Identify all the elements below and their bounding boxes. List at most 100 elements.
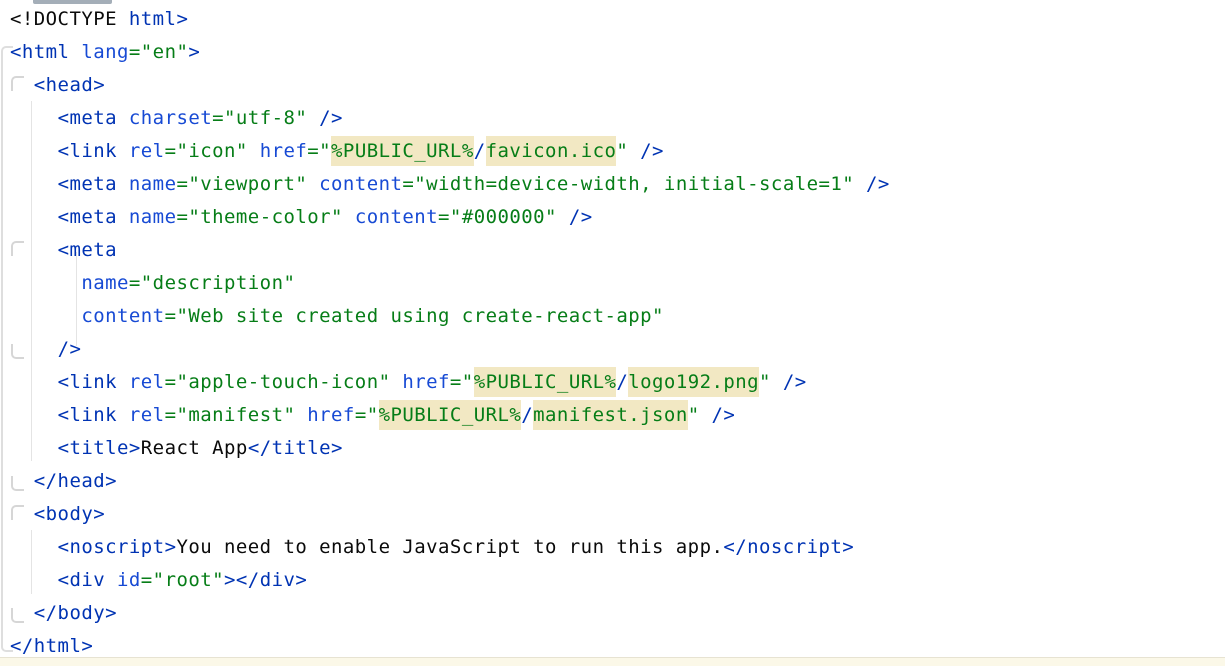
code-line-19[interactable]: </body> <box>0 597 1225 630</box>
code-line-12[interactable]: <link rel="apple-touch-icon" href="%PUBL… <box>0 366 1225 399</box>
code-token: <meta <box>58 173 129 195</box>
code-token <box>10 107 58 129</box>
code-token: /> <box>783 371 807 393</box>
code-token <box>10 272 81 294</box>
code-line-17[interactable]: <noscript>You need to enable JavaScript … <box>0 531 1225 564</box>
code-token <box>10 338 58 360</box>
code-token: <div <box>58 569 117 591</box>
code-line-16[interactable]: <body> <box>0 498 1225 531</box>
code-token: " <box>688 404 700 426</box>
code-token: / <box>616 371 628 393</box>
code-line-4[interactable]: <meta charset="utf-8" /> <box>0 102 1225 135</box>
code-token: ></div> <box>224 569 307 591</box>
code-token: React App <box>141 437 248 459</box>
code-token: </head> <box>34 470 117 492</box>
code-token: lang <box>81 41 129 63</box>
code-token: rel <box>129 404 165 426</box>
code-token <box>10 140 58 162</box>
code-token <box>248 140 260 162</box>
code-token: ="#000000" <box>438 206 557 228</box>
code-line-6[interactable]: <meta name="viewport" content="width=dev… <box>0 168 1225 201</box>
code-area[interactable]: <!DOCTYPE html><html lang="en"> <head> <… <box>0 3 1225 663</box>
code-token <box>10 602 34 624</box>
code-line-10[interactable]: content="Web site created using create-r… <box>0 300 1225 333</box>
code-token: /> <box>866 173 890 195</box>
code-token: href <box>307 404 355 426</box>
code-token <box>771 371 783 393</box>
code-token <box>10 305 81 327</box>
code-token <box>10 470 34 492</box>
code-line-7[interactable]: <meta name="theme-color" content="#00000… <box>0 201 1225 234</box>
code-line-15[interactable]: </head> <box>0 465 1225 498</box>
code-token: ="Web site created using create-react-ap… <box>165 305 664 327</box>
code-line-18[interactable]: <div id="root"></div> <box>0 564 1225 597</box>
code-line-5[interactable]: <link rel="icon" href="%PUBLIC_URL%/favi… <box>0 135 1225 168</box>
code-token <box>10 206 58 228</box>
code-token: <body> <box>34 503 105 525</box>
code-line-13[interactable]: <link rel="manifest" href="%PUBLIC_URL%/… <box>0 399 1225 432</box>
code-token: %PUBLIC_URL% <box>379 400 522 430</box>
code-token: <link <box>58 404 129 426</box>
code-token: rel <box>129 140 165 162</box>
code-token: <noscript> <box>58 536 177 558</box>
code-token <box>854 173 866 195</box>
code-line-8[interactable]: <meta <box>0 234 1225 267</box>
code-token: href <box>260 140 308 162</box>
code-token <box>10 371 58 393</box>
code-token: </body> <box>34 602 117 624</box>
code-line-2[interactable]: <html lang="en"> <box>0 36 1225 69</box>
code-token: <html <box>10 41 81 63</box>
code-token: <meta <box>58 239 117 261</box>
code-token: ="utf-8" <box>212 107 307 129</box>
code-token <box>10 569 58 591</box>
code-token: <link <box>58 140 129 162</box>
code-token: =" <box>307 140 331 162</box>
code-token: ="width=device-width, initial-scale=1" <box>402 173 854 195</box>
code-token <box>390 371 402 393</box>
code-token <box>307 107 319 129</box>
code-token <box>343 206 355 228</box>
code-token: %PUBLIC_URL% <box>474 367 617 397</box>
code-line-9[interactable]: name="description" <box>0 267 1225 300</box>
code-token <box>10 437 58 459</box>
code-token <box>10 536 58 558</box>
code-token: favicon.ico <box>486 136 617 166</box>
bottom-strip <box>0 657 1225 666</box>
code-editor-window: <!DOCTYPE html><html lang="en"> <head> <… <box>0 0 1225 666</box>
code-token: </title> <box>248 437 343 459</box>
code-token: <link <box>58 371 129 393</box>
code-token: /> <box>58 338 82 360</box>
code-line-14[interactable]: <title>React App</title> <box>0 432 1225 465</box>
code-line-1[interactable]: <!DOCTYPE html> <box>0 3 1225 36</box>
code-token: charset <box>129 107 212 129</box>
code-token: /> <box>569 206 593 228</box>
code-token <box>628 140 640 162</box>
code-token <box>700 404 712 426</box>
code-token: rel <box>129 371 165 393</box>
code-token <box>10 74 34 96</box>
code-token: name <box>81 272 129 294</box>
code-line-3[interactable]: <head> <box>0 69 1225 102</box>
code-token: <meta <box>58 206 129 228</box>
code-token: ="en" <box>129 41 188 63</box>
code-token: / <box>521 404 533 426</box>
code-token: > <box>188 41 200 63</box>
code-token: ="manifest" <box>165 404 296 426</box>
code-token: " <box>616 140 628 162</box>
code-token: <head> <box>34 74 105 96</box>
code-token: /> <box>712 404 736 426</box>
code-token: href <box>402 371 450 393</box>
code-token: =" <box>355 404 379 426</box>
code-line-11[interactable]: /> <box>0 333 1225 366</box>
code-token: <!DOCTYPE <box>10 8 129 30</box>
code-token <box>10 503 34 525</box>
code-token: /> <box>640 140 664 162</box>
code-token: =" <box>450 371 474 393</box>
code-token: <title> <box>58 437 141 459</box>
code-token: name <box>129 173 177 195</box>
code-token: ="description" <box>129 272 295 294</box>
code-token: html> <box>129 8 188 30</box>
code-token: </html> <box>10 635 93 657</box>
code-token <box>307 173 319 195</box>
code-token: /> <box>319 107 343 129</box>
